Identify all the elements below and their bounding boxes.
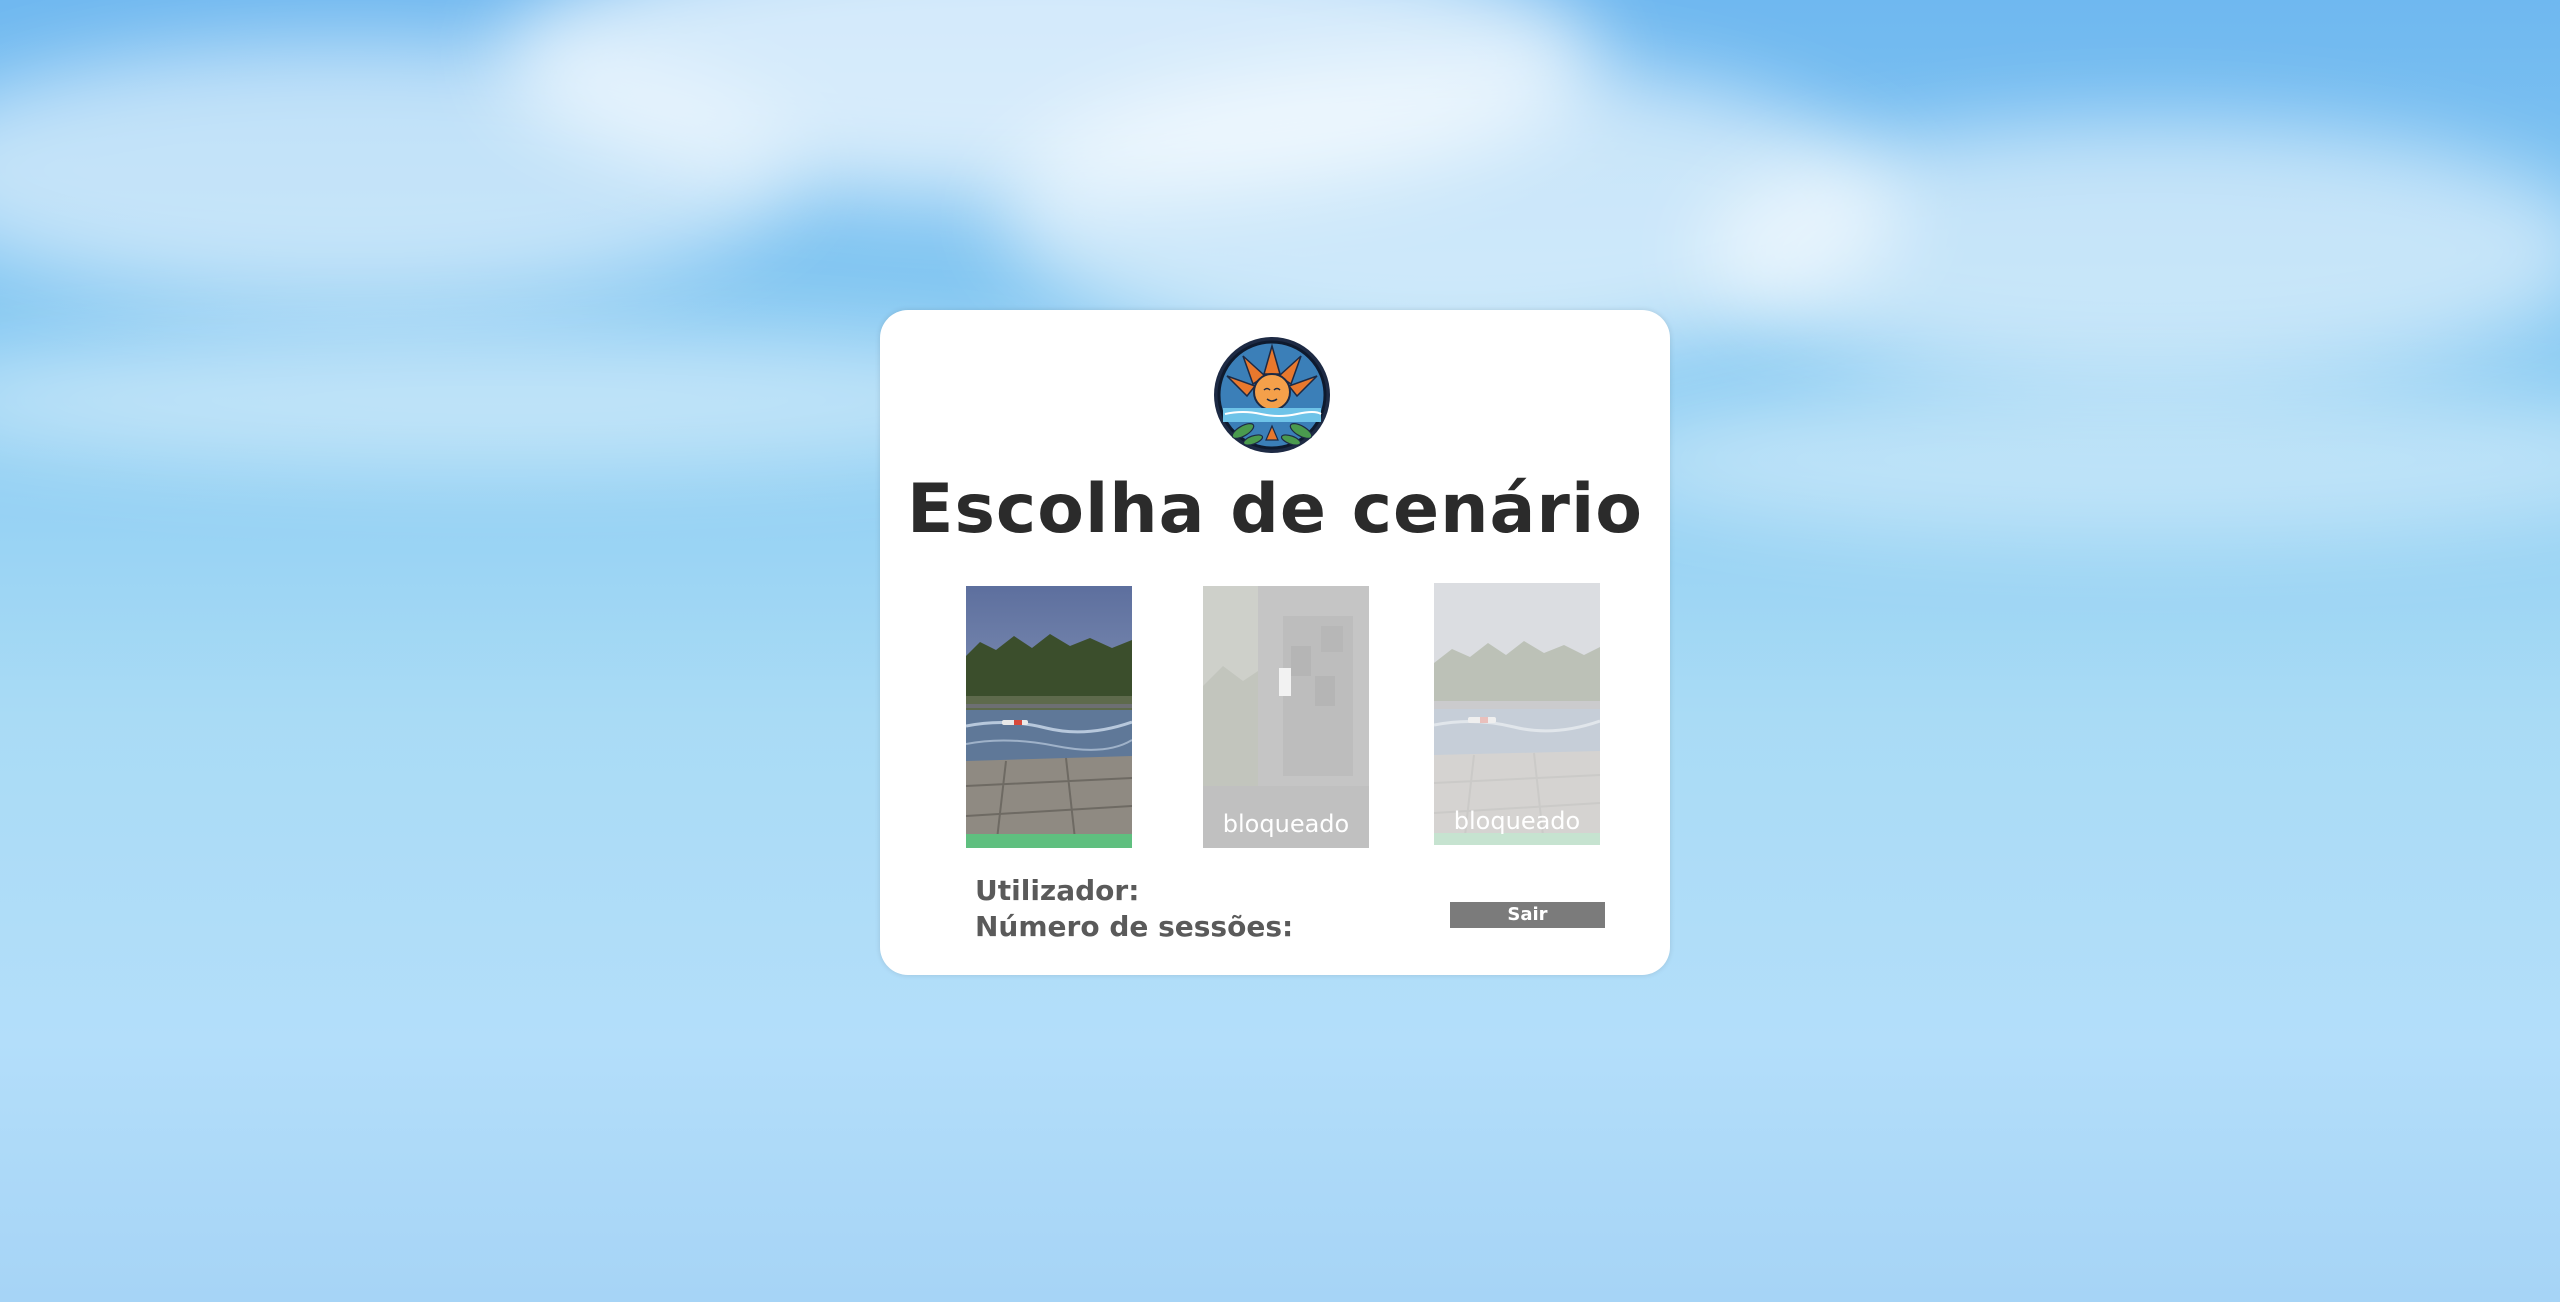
sessions-label: Número de sessões: <box>975 910 1294 943</box>
scene-2-locked-label: bloqueado <box>1222 810 1350 838</box>
scene-selection-panel: Escolha de cenário bloqueado bloqueado U… <box>880 310 1670 975</box>
scene-3-locked-label: bloqueado <box>1453 807 1581 835</box>
cloud <box>1700 120 2560 380</box>
scene-card-1[interactable] <box>966 586 1132 848</box>
cloud <box>1600 380 2560 540</box>
user-label: Utilizador: <box>975 874 1140 907</box>
scene-3-lock-overlay <box>1434 583 1600 845</box>
scene-2-lock-overlay <box>1203 586 1369 848</box>
page-title: Escolha de cenário <box>907 470 1643 549</box>
scene-card-2[interactable]: bloqueado <box>1203 586 1369 848</box>
exit-button[interactable]: Sair <box>1450 902 1605 928</box>
sun-lotus-logo-icon <box>1213 336 1331 454</box>
scene-1-thumbnail <box>966 586 1132 848</box>
scene-card-3[interactable]: bloqueado <box>1434 583 1600 845</box>
